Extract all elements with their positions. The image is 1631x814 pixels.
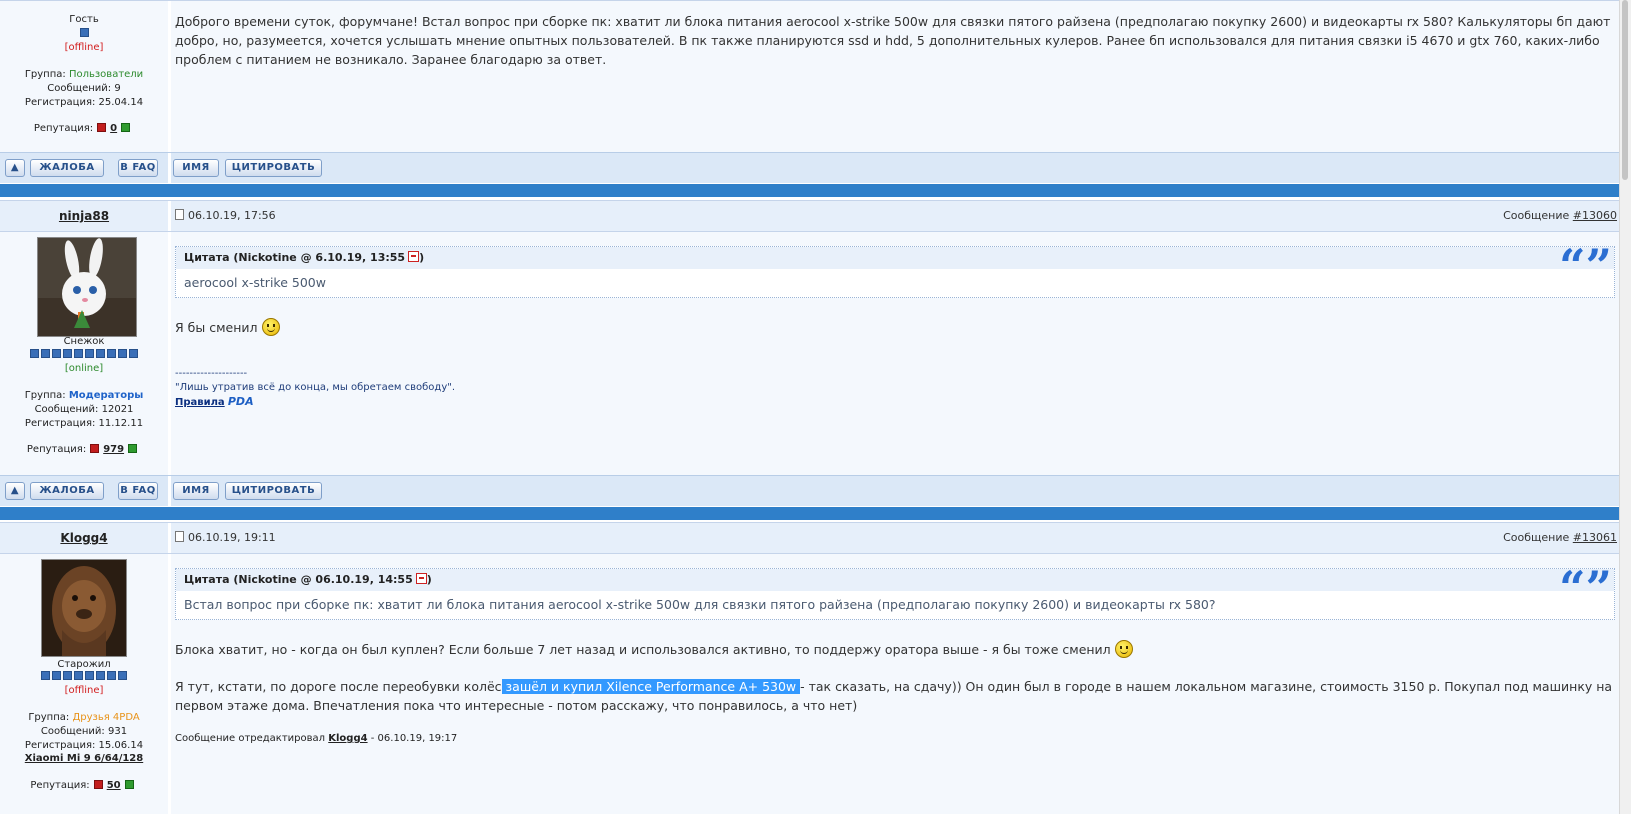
- complaint-button[interactable]: ЖАЛОБА: [30, 159, 104, 177]
- name-button[interactable]: ИМЯ: [173, 482, 219, 500]
- rep-value[interactable]: 979: [103, 444, 124, 455]
- post-number-link[interactable]: #13061: [1573, 531, 1617, 544]
- author-reg: Регистрация: 25.04.14: [24, 97, 144, 108]
- quote-marks-icon: “”: [1559, 561, 1612, 615]
- signature: -------------------- "Лишь утратив всё д…: [175, 368, 456, 408]
- post-number-link[interactable]: #13060: [1573, 209, 1617, 222]
- post-content: Цитата (Nickotine @ 6.10.19, 13:55) aero…: [175, 232, 1615, 410]
- document-icon: [175, 209, 184, 220]
- quote-text: aerocool x-strike 500w: [184, 275, 326, 290]
- goto-quote-icon[interactable]: [408, 251, 420, 262]
- post-number: Сообщение #13060: [1503, 209, 1617, 222]
- forum-page: Гость [offline] Группа: Пользователи Соо…: [0, 0, 1631, 814]
- quote-button[interactable]: ЦИТИРОВАТЬ: [225, 159, 322, 177]
- faq-button[interactable]: В FAQ: [118, 159, 158, 177]
- author-group: Группа: Модераторы: [24, 390, 144, 401]
- topic-content: Гость [offline] Группа: Пользователи Соо…: [0, 0, 1620, 814]
- scrollbar-thumb[interactable]: [1622, 0, 1628, 180]
- faq-button[interactable]: В FAQ: [118, 482, 158, 500]
- selected-text: зашёл и купил Xilence Performance A+ 530…: [501, 679, 801, 694]
- post-text: Я бы сменил: [175, 318, 1615, 337]
- author-msgs: Сообщений: 12021: [34, 404, 134, 415]
- post-actions: ▲ ЖАЛОБА В FAQ ИМЯ ЦИТИРОВАТЬ: [0, 152, 1620, 183]
- rep-plus-icon[interactable]: [128, 444, 138, 453]
- post-body: Снежок [online] Группа: Модераторы Сообщ…: [0, 232, 1620, 475]
- post-separator: [0, 184, 1620, 197]
- goto-quote-icon[interactable]: [415, 573, 427, 584]
- scroll-up-button[interactable]: ▲: [5, 159, 25, 177]
- editor-link[interactable]: Klogg4: [328, 733, 367, 744]
- post-actions: ▲ ЖАЛОБА В FAQ ИМЯ ЦИТИРОВАТЬ: [0, 475, 1620, 506]
- author-info: Снежок [online] Группа: Модераторы Сообщ…: [0, 232, 168, 475]
- author-info: Старожил [offline] Группа: Друзья 4PDA С…: [0, 554, 168, 814]
- status-badge: [offline]: [64, 685, 104, 696]
- avatar-image: [38, 238, 136, 336]
- author-nick[interactable]: Klogg4: [0, 523, 168, 553]
- quote-text: Встал вопрос при сборке пк: хватит ли бл…: [184, 597, 1216, 612]
- rep-minus-icon[interactable]: [97, 123, 107, 132]
- arrow-up-icon: ▲: [10, 162, 20, 173]
- author-info: Гость [offline] Группа: Пользователи Соо…: [0, 1, 168, 153]
- post-number: Сообщение #13061: [1503, 531, 1617, 544]
- post-text-2: Я тут, кстати, по дороге после переобувк…: [175, 679, 1613, 713]
- rank-pips: [0, 349, 168, 362]
- author-msgs: Сообщений: 9: [47, 83, 121, 94]
- complaint-button[interactable]: ЖАЛОБА: [30, 482, 104, 500]
- author-device[interactable]: Xiaomi Mi 9 6/64/128: [0, 752, 168, 765]
- avatar: [37, 237, 137, 337]
- post-separator: [0, 507, 1620, 520]
- author-group: Группа: Друзья 4PDA: [28, 712, 140, 723]
- author-group: Группа: Пользователи: [24, 69, 144, 80]
- rep-minus-icon[interactable]: [93, 780, 103, 789]
- post-header: Klogg4 06.10.19, 19:11 Сообщение #13061: [0, 522, 1620, 554]
- author-reg: Регистрация: 11.12.11: [24, 418, 144, 429]
- pda-logo: PDA: [227, 395, 254, 408]
- quote-block: Цитата (Nickotine @ 06.10.19, 14:55) Вст…: [175, 561, 1615, 620]
- rep-value[interactable]: 50: [107, 780, 121, 791]
- post-header: ninja88 06.10.19, 17:56 Сообщение #13060: [0, 200, 1620, 232]
- quote-block: Цитата (Nickotine @ 6.10.19, 13:55) aero…: [175, 239, 1615, 298]
- author-nick[interactable]: ninja88: [0, 201, 168, 231]
- author-title: Старожил: [57, 659, 111, 670]
- reputation: Репутация: 50: [0, 779, 168, 792]
- reputation: Репутация: 979: [0, 443, 168, 456]
- rep-minus-icon[interactable]: [90, 444, 100, 453]
- post-date: 06.10.19, 19:11: [175, 523, 276, 553]
- post-content: Цитата (Nickotine @ 06.10.19, 14:55) Вст…: [175, 554, 1615, 748]
- post-body: Старожил [offline] Группа: Друзья 4PDA С…: [0, 554, 1620, 814]
- author-role: Гость: [69, 14, 99, 25]
- post-date: 06.10.19, 17:56: [175, 201, 276, 231]
- edit-notice: Сообщение отредактировал Klogg4 - 06.10.…: [175, 733, 458, 744]
- avatar: [41, 559, 127, 657]
- rep-plus-icon[interactable]: [121, 123, 131, 132]
- post-body: Гость [offline] Группа: Пользователи Соо…: [0, 0, 1620, 153]
- smile-icon: [261, 318, 280, 336]
- status-badge: [online]: [64, 363, 104, 374]
- document-icon: [175, 531, 184, 542]
- smile-icon: [1114, 640, 1133, 658]
- quote-header: Цитата (Nickotine @ 06.10.19, 14:55): [176, 569, 1614, 591]
- name-button[interactable]: ИМЯ: [173, 159, 219, 177]
- post-text: Блока хватит, но - когда он был куплен? …: [175, 640, 1615, 659]
- avatar-image: [42, 560, 126, 656]
- page-scrollbar[interactable]: [1619, 0, 1631, 814]
- post-text: Доброго времени суток, форумчане! Встал …: [175, 14, 1611, 67]
- rank-pips: [0, 671, 168, 684]
- rank-pips: [0, 28, 168, 41]
- quote-header: Цитата (Nickotine @ 6.10.19, 13:55): [176, 247, 1614, 269]
- rep-value[interactable]: 0: [110, 123, 117, 134]
- author-reg: Регистрация: 15.06.14: [24, 740, 144, 751]
- quote-marks-icon: “”: [1559, 239, 1612, 293]
- author-title: Снежок: [63, 336, 105, 347]
- quote-button[interactable]: ЦИТИРОВАТЬ: [225, 482, 322, 500]
- status-badge: [offline]: [64, 42, 104, 53]
- scroll-up-button[interactable]: ▲: [5, 482, 25, 500]
- arrow-up-icon: ▲: [10, 485, 20, 496]
- rules-link[interactable]: Правила: [175, 397, 225, 408]
- rep-plus-icon[interactable]: [124, 780, 134, 789]
- reputation: Репутация: 0: [0, 122, 168, 135]
- author-msgs: Сообщений: 931: [40, 726, 128, 737]
